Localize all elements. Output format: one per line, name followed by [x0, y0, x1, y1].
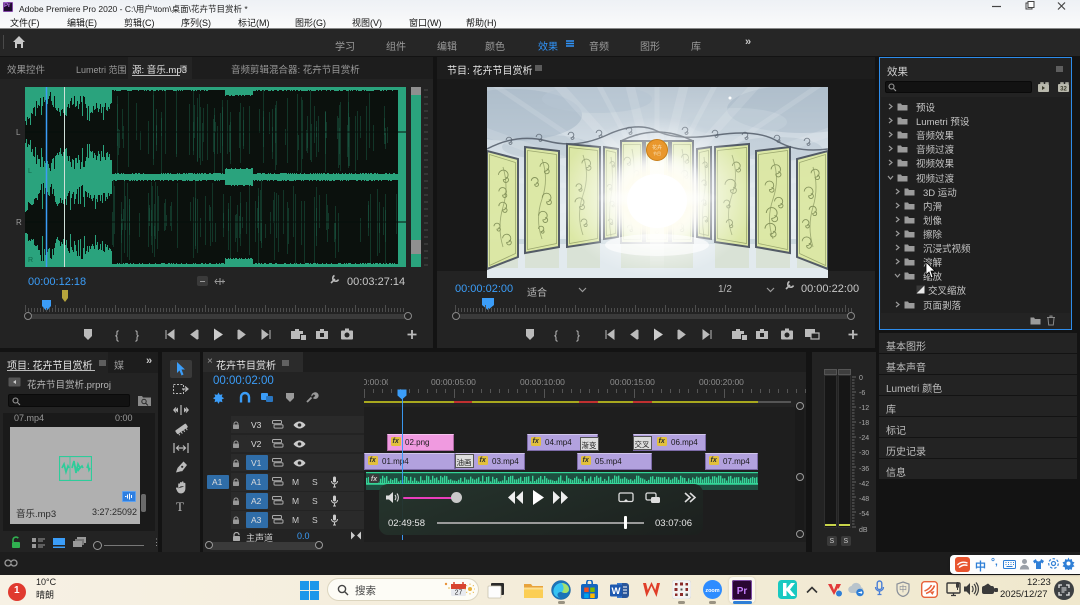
svg-text:中: 中	[899, 584, 907, 594]
svg-text:节目: 节目	[653, 151, 661, 156]
svg-text:-18: -18	[859, 420, 869, 427]
svg-text:}: }	[576, 328, 580, 342]
svg-text:fx: fx	[371, 476, 378, 483]
svg-text:-42: -42	[859, 481, 869, 488]
svg-text:-12: -12	[859, 405, 869, 412]
svg-text:W: W	[612, 586, 621, 597]
svg-text:-48: -48	[859, 496, 869, 503]
svg-text:{: {	[115, 328, 119, 342]
svg-text:-36: -36	[859, 466, 869, 473]
svg-text:-30: -30	[859, 450, 869, 457]
svg-text:-24: -24	[859, 435, 869, 442]
svg-text:dB: dB	[859, 527, 868, 533]
svg-text:-54: -54	[859, 511, 869, 518]
svg-text:Pr: Pr	[737, 586, 748, 597]
svg-text:27: 27	[455, 590, 463, 597]
svg-text:花卉: 花卉	[652, 144, 662, 151]
svg-text:{: {	[554, 328, 558, 342]
svg-text:-6: -6	[859, 390, 865, 397]
svg-text:32: 32	[1060, 87, 1067, 93]
svg-text:0: 0	[859, 375, 863, 382]
svg-text:}: }	[135, 328, 139, 342]
svg-text:zoom: zoom	[705, 588, 719, 594]
